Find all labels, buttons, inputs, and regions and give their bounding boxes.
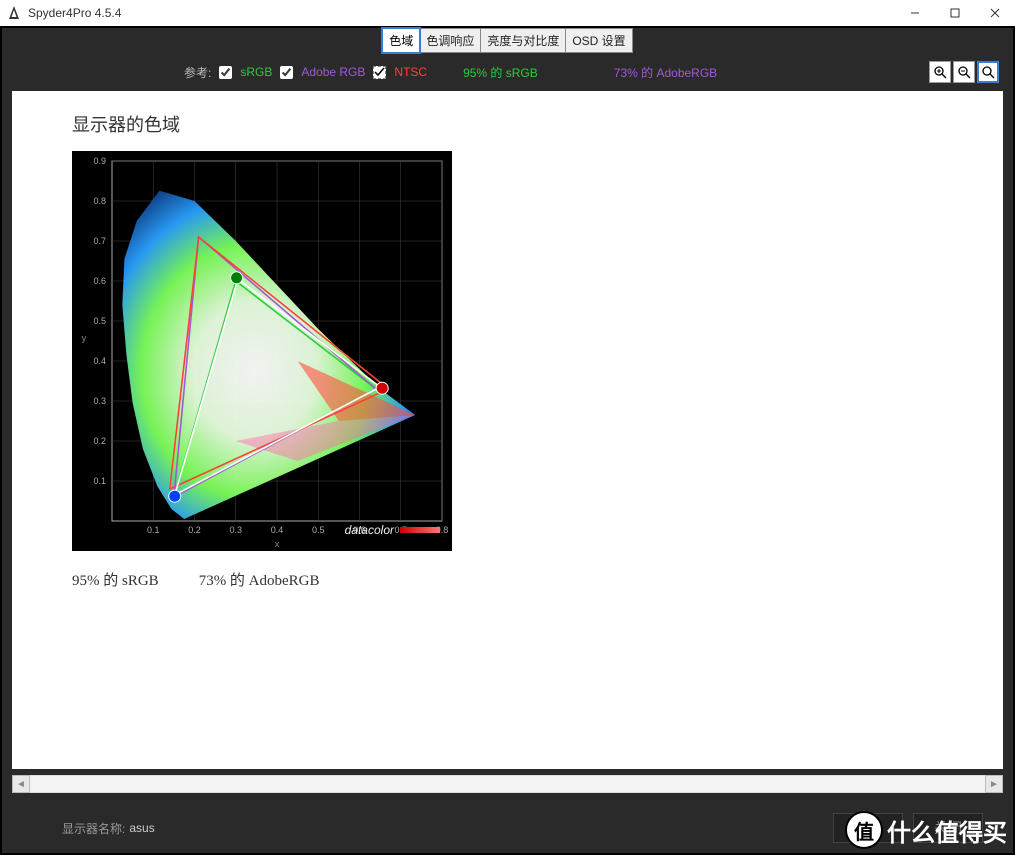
svg-text:x: x [275, 539, 280, 549]
scroll-left-button[interactable]: ◄ [12, 775, 30, 793]
svg-text:0.9: 0.9 [93, 156, 106, 166]
monitor-name-label: 显示器名称: [62, 820, 125, 837]
horizontal-scrollbar[interactable]: ◄ ► [12, 775, 1003, 793]
svg-text:0.4: 0.4 [271, 525, 284, 535]
page-title: 显示器的色域 [72, 111, 943, 137]
tab-strip: 色域 色调响应 亮度与对比度 OSD 设置 [2, 28, 1013, 53]
window-close-button[interactable] [975, 0, 1015, 26]
svg-text:0.4: 0.4 [93, 356, 106, 366]
app-icon [6, 5, 22, 21]
print-button[interactable]: 打印 [833, 813, 903, 843]
svg-text:0.2: 0.2 [188, 525, 201, 535]
tab-gamut[interactable]: 色域 [382, 28, 420, 53]
footer-bar: 显示器名称: asus 打印 关闭 [2, 803, 1013, 853]
svg-text:0.7: 0.7 [93, 236, 106, 246]
zoom-in-button[interactable] [929, 61, 951, 83]
monitor-name-value: asus [129, 821, 154, 835]
ref-srgb-label: sRGB [240, 65, 272, 79]
close-button[interactable]: 关闭 [913, 813, 983, 843]
ref-ntsc-label: NTSC [394, 65, 427, 79]
svg-text:0.3: 0.3 [229, 525, 242, 535]
coverage-adobe-rgb: 73% 的 AdobeRGB [614, 64, 717, 81]
content-canvas: 显示器的色域 0.1 0.2 0.3 0.4 0.5 0.6 0.7 0.8 0.1 0.2 0.3… [12, 91, 1003, 769]
checkbox-srgb[interactable] [219, 66, 232, 79]
coverage-srgb: 95% 的 sRGB [463, 64, 538, 81]
svg-text:0.5: 0.5 [93, 316, 106, 326]
window-title: Spyder4Pro 4.5.4 [28, 6, 895, 20]
window-titlebar: Spyder4Pro 4.5.4 [0, 0, 1015, 26]
svg-text:0.1: 0.1 [147, 525, 160, 535]
tab-brightness-contrast[interactable]: 亮度与对比度 [481, 28, 566, 53]
checkbox-ntsc[interactable] [373, 66, 386, 79]
checkbox-adobe-rgb[interactable] [280, 66, 293, 79]
svg-text:0.6: 0.6 [93, 276, 106, 286]
result-srgb: 95% 的 sRGB [72, 569, 159, 590]
tab-osd-settings[interactable]: OSD 设置 [566, 28, 632, 53]
window-minimize-button[interactable] [895, 0, 935, 26]
scroll-right-button[interactable]: ► [985, 775, 1003, 793]
svg-text:0.8: 0.8 [93, 196, 106, 206]
gamut-chart: 0.1 0.2 0.3 0.4 0.5 0.6 0.7 0.8 0.1 0.2 0.3 0.4 0.5 0… [72, 151, 452, 551]
zoom-fit-button[interactable] [977, 61, 999, 83]
reference-bar: 参考: sRGB Adobe RGB NTSC 95% 的 sRGB 73% 的… [2, 53, 1013, 91]
svg-text:y: y [82, 333, 87, 343]
reference-label: 参考: [184, 64, 211, 81]
tab-tone-response[interactable]: 色调响应 [420, 28, 481, 53]
window-maximize-button[interactable] [935, 0, 975, 26]
ref-adobe-rgb-label: Adobe RGB [301, 65, 365, 79]
svg-text:0.1: 0.1 [93, 476, 106, 486]
svg-text:0.3: 0.3 [93, 396, 106, 406]
zoom-out-button[interactable] [953, 61, 975, 83]
svg-text:0.5: 0.5 [312, 525, 325, 535]
result-adobe-rgb: 73% 的 AdobeRGB [199, 569, 320, 590]
svg-text:0.2: 0.2 [93, 436, 106, 446]
brand-watermark: datacolor [345, 523, 440, 537]
